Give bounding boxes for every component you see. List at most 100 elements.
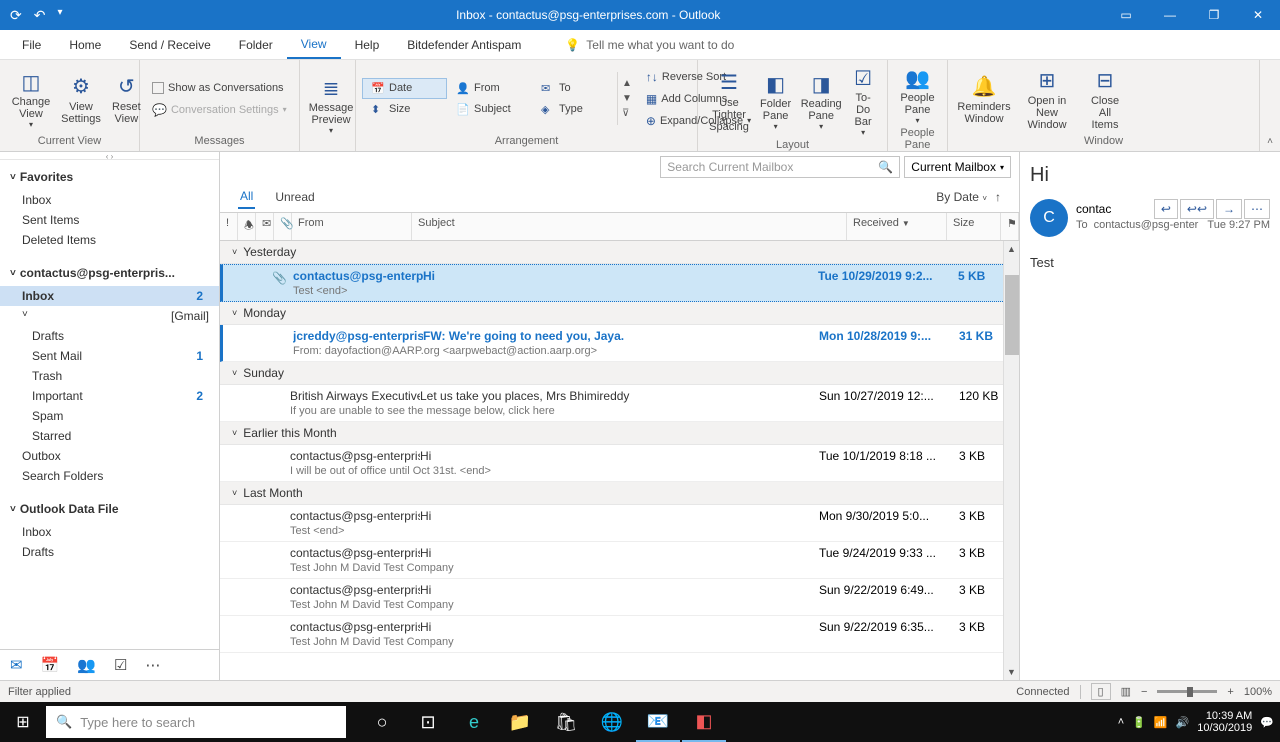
close-button[interactable]: ✕ (1236, 0, 1280, 30)
qat-undo-icon[interactable]: ↶ (34, 7, 46, 24)
tray-wifi-icon[interactable]: 📶 (1154, 716, 1168, 729)
scroll-down-icon[interactable]: ▼ (1004, 664, 1019, 680)
nav-expand-handle[interactable]: ‹ › (0, 152, 219, 160)
search-icon[interactable]: 🔍 (878, 160, 893, 174)
filter-all[interactable]: All (238, 185, 255, 209)
message-row[interactable]: British Airways Executive ...Let us take… (220, 385, 1019, 422)
more-icon[interactable]: ⋯ (145, 656, 160, 674)
store-icon[interactable]: 🛍 (544, 702, 588, 742)
view-settings-button[interactable]: ⚙View Settings (56, 71, 106, 127)
message-row[interactable]: contactus@psg-enterpris...HiTue 10/1/201… (220, 445, 1019, 482)
folder-sentmail[interactable]: Sent Mail1 (0, 346, 219, 366)
reminders-window-button[interactable]: 🔔Reminders Window (954, 71, 1014, 127)
gallery-up-icon[interactable]: ▲ (618, 76, 636, 91)
more-actions-button[interactable]: ⋯ (1244, 199, 1270, 219)
tab-folder[interactable]: Folder (225, 30, 287, 59)
mail-icon[interactable]: ✉ (10, 656, 23, 674)
tab-home[interactable]: Home (55, 30, 115, 59)
folder-starred[interactable]: Starred (0, 426, 219, 446)
folder-important[interactable]: Important2 (0, 386, 219, 406)
close-all-button[interactable]: ⊟Close All Items (1080, 65, 1130, 133)
sort-direction-icon[interactable]: ↑ (995, 190, 1001, 204)
tell-me-search[interactable]: 💡Tell me what you want to do (565, 38, 734, 52)
message-row[interactable]: contactus@psg-enterpris...HiTue 9/24/201… (220, 542, 1019, 579)
group-lastmonth[interactable]: ˅Last Month (220, 482, 1019, 505)
odf-drafts[interactable]: Drafts (0, 542, 219, 562)
qat-customize-icon[interactable]: ▾ (57, 7, 62, 24)
scroll-up-icon[interactable]: ▲ (1004, 241, 1019, 257)
col-from[interactable]: From (292, 213, 412, 240)
sort-dropdown[interactable]: By Date ˅ (936, 190, 987, 204)
folder-spam[interactable]: Spam (0, 406, 219, 426)
arrange-subject-button[interactable]: 📄Subject (447, 99, 532, 120)
maximize-button[interactable]: ❐ (1192, 0, 1236, 30)
open-new-window-button[interactable]: ⊞Open in New Window (1014, 65, 1080, 133)
todo-bar-button[interactable]: ☑To-Do Bar▾ (845, 62, 881, 139)
account-header[interactable]: ˅contactus@psg-enterpris... (0, 260, 219, 286)
tray-chevron-icon[interactable]: ˄ (1118, 716, 1124, 728)
col-flag[interactable]: ⚑ (1001, 213, 1019, 240)
zoom-out-button[interactable]: − (1141, 686, 1147, 698)
odf-inbox[interactable]: Inbox (0, 522, 219, 542)
message-row[interactable]: contactus@psg-enterpris...HiMon 9/30/201… (220, 505, 1019, 542)
collapse-ribbon-icon[interactable]: ˄ (1267, 136, 1273, 147)
col-icon[interactable]: ✉ (256, 213, 274, 240)
outlook-icon[interactable]: 📧 (636, 702, 680, 742)
scrollbar[interactable]: ▲ ▼ (1003, 241, 1019, 680)
camtasia-icon[interactable]: ◧ (682, 702, 726, 742)
fav-deleted[interactable]: Deleted Items (0, 230, 219, 250)
tighter-spacing-button[interactable]: ☰Use Tighter Spacing (704, 67, 754, 135)
people-pane-button[interactable]: 👥People Pane▾ (894, 62, 941, 127)
fav-sent[interactable]: Sent Items (0, 210, 219, 230)
minimize-button[interactable]: — (1148, 0, 1192, 30)
cortana-icon[interactable]: ○ (360, 702, 404, 742)
group-monday[interactable]: ˅Monday (220, 302, 1019, 325)
col-importance[interactable]: ! (220, 213, 238, 240)
tray-volume-icon[interactable]: 🔊 (1176, 716, 1190, 729)
group-sunday[interactable]: ˅Sunday (220, 362, 1019, 385)
chrome-icon[interactable]: 🌐 (590, 702, 634, 742)
message-row[interactable]: 📎 contactus@psg-enterpris...HiTue 10/29/… (220, 264, 1019, 302)
reply-all-button[interactable]: ↩↩ (1180, 199, 1214, 219)
ribbon-display-icon[interactable]: ▭ (1104, 0, 1148, 30)
reply-button[interactable]: ↩ (1154, 199, 1178, 219)
search-scope-dropdown[interactable]: Current Mailbox▾ (904, 156, 1011, 178)
people-icon[interactable]: 👥 (77, 656, 96, 674)
odf-header[interactable]: ˅Outlook Data File (0, 496, 219, 522)
view-reading-button[interactable]: ▥ (1121, 685, 1131, 698)
folder-search[interactable]: Search Folders (0, 466, 219, 486)
arrange-from-button[interactable]: 👤From (447, 78, 532, 99)
tasks-icon[interactable]: ☑ (114, 656, 127, 674)
view-normal-button[interactable]: ▯ (1091, 683, 1111, 700)
reading-pane-button[interactable]: ◨Reading Pane▾ (797, 68, 845, 133)
calendar-icon[interactable]: 📅 (41, 656, 60, 674)
folder-drafts[interactable]: Drafts (0, 326, 219, 346)
arrange-type-button[interactable]: ◈Type (532, 99, 617, 120)
tab-view[interactable]: View (287, 30, 341, 59)
arrange-size-button[interactable]: ⬍Size (362, 99, 447, 120)
show-conversations-checkbox[interactable]: Show as Conversations (146, 77, 290, 99)
folder-inbox[interactable]: Inbox2 (0, 286, 219, 306)
conversation-settings-button[interactable]: 💬Conversation Settings▾ (146, 99, 293, 121)
taskview-icon[interactable]: ⊡ (406, 702, 450, 742)
group-earlier[interactable]: ˅Earlier this Month (220, 422, 1019, 445)
zoom-in-button[interactable]: + (1227, 686, 1233, 698)
folder-outbox[interactable]: Outbox (0, 446, 219, 466)
tray-battery-icon[interactable]: 🔋 (1132, 716, 1146, 729)
folder-pane-button[interactable]: ◧Folder Pane▾ (754, 68, 797, 133)
search-input[interactable]: Search Current Mailbox🔍 (660, 156, 900, 178)
forward-button[interactable]: → (1216, 199, 1242, 219)
col-attachment[interactable]: 📎 (274, 213, 292, 240)
col-received[interactable]: Received ▼ (847, 213, 947, 240)
col-size[interactable]: Size (947, 213, 1001, 240)
explorer-icon[interactable]: 📁 (498, 702, 542, 742)
gallery-more-icon[interactable]: ⊽ (618, 106, 636, 121)
message-preview-button[interactable]: ≣Message Preview▾ (306, 72, 356, 137)
tab-sendreceive[interactable]: Send / Receive (115, 30, 224, 59)
filter-unread[interactable]: Unread (273, 186, 316, 208)
message-row[interactable]: contactus@psg-enterpris...HiSun 9/22/201… (220, 616, 1019, 653)
tray-notifications-icon[interactable]: 💬 (1260, 716, 1274, 729)
zoom-slider[interactable] (1157, 690, 1217, 693)
scroll-thumb[interactable] (1005, 275, 1019, 355)
col-subject[interactable]: Subject (412, 213, 847, 240)
